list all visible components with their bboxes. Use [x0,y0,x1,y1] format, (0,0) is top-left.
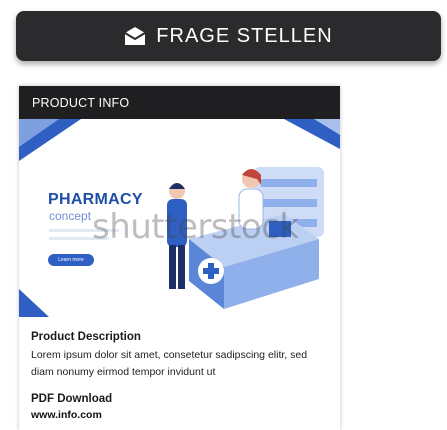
pdf-download-link[interactable]: www.info.com [31,409,328,421]
ask-question-label: FRAGE STELLEN [156,24,333,47]
description-text: Lorem ipsum dolor sit amet, consetetur s… [31,349,308,378]
pdf-download-title: PDF Download [31,393,113,405]
ask-question-button[interactable]: FRAGE STELLEN [16,11,441,61]
image-learn-more-label: Learn more [58,257,84,263]
product-image: PHARMACY concept shutterstock Learn more [19,119,340,317]
image-watermark: shutterstock [92,207,299,247]
product-info-card: PRODUCT INFO PHARMACY concept shuttersto… [19,86,340,430]
description-title: Product Description [31,331,141,343]
envelope-open-icon [124,27,146,45]
image-subtitle: concept [49,209,92,223]
card-body: Product Description Lorem ipsum dolor si… [19,317,340,421]
card-header: PRODUCT INFO [19,86,340,119]
